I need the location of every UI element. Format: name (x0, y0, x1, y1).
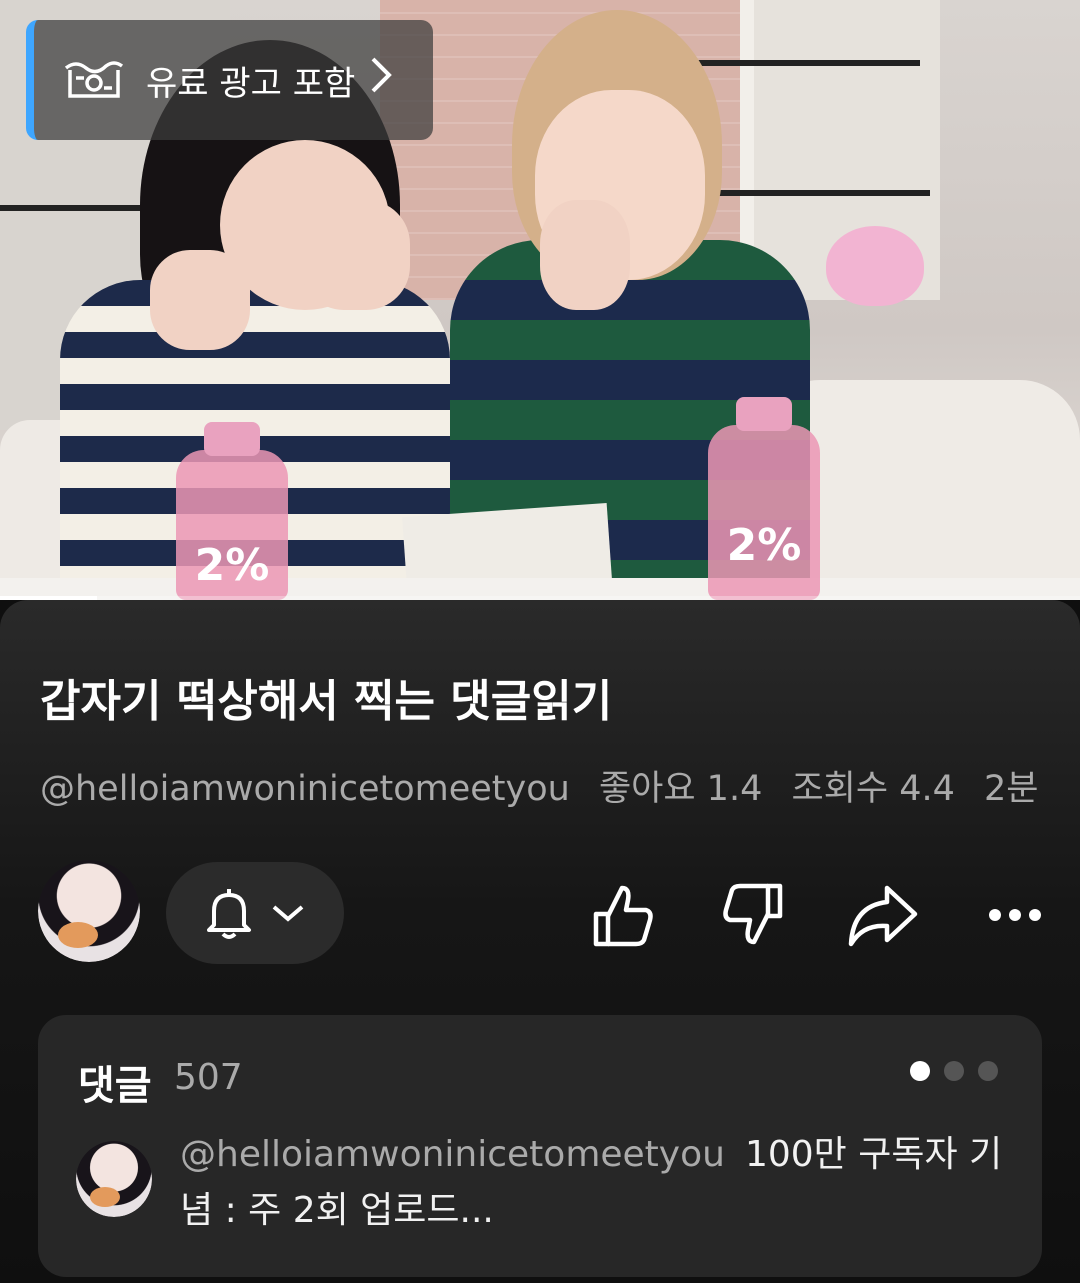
page-dot-active (910, 1061, 930, 1081)
comments-header: 댓글 (78, 1063, 152, 1109)
water-bottle: 2% (176, 422, 288, 600)
thumbs-down-icon (723, 883, 783, 945)
hand (300, 200, 410, 310)
share-button[interactable] (838, 870, 928, 960)
commenter-avatar[interactable] (76, 1141, 152, 1217)
more-icon (989, 909, 1041, 921)
page-dot (978, 1061, 998, 1081)
channel-handle[interactable]: @helloiamwoninicetomeetyou (40, 769, 570, 809)
shelf-line (680, 60, 920, 66)
hand (150, 250, 250, 350)
hand (540, 200, 630, 310)
view-count: 조회수 4.4 (791, 769, 955, 809)
more-options-button[interactable] (970, 870, 1060, 960)
comments-section[interactable]: 댓글 507 @helloiamwoninicetomeetyou 100만 구독… (38, 1015, 1042, 1277)
chevron-down-icon (272, 905, 304, 922)
comments-count: 507 (174, 1057, 243, 1098)
video-title[interactable]: 갑자기 떡상해서 찍는 댓글읽기 (40, 665, 612, 729)
first-comment[interactable]: @helloiamwoninicetomeetyou 100만 구독자 기념 : … (180, 1127, 1010, 1239)
upload-age: 2분 (984, 769, 1039, 809)
paid-promotion-label: 유료 광고 포함 (146, 63, 356, 104)
like-button[interactable] (578, 870, 668, 960)
comments-page-indicator (910, 1061, 998, 1081)
video-player[interactable]: 2% 2% 유료 광고 포함 (0, 0, 1080, 600)
heart-balloon (826, 226, 924, 306)
paid-promotion-badge[interactable]: 유료 광고 포함 (26, 20, 433, 140)
chevron-right-icon (369, 55, 393, 105)
dislike-button[interactable] (708, 870, 798, 960)
water-bottle: 2% (708, 397, 820, 600)
shelf-line (700, 190, 930, 196)
page-dot (944, 1061, 964, 1081)
comment-author-handle: @helloiamwoninicetomeetyou (180, 1134, 725, 1175)
video-metadata[interactable]: @helloiamwoninicetomeetyou 좋아요 1.4 조회수 4… (40, 760, 1050, 811)
share-icon (848, 885, 918, 947)
paid-promotion-icon (64, 61, 124, 98)
channel-avatar[interactable] (38, 860, 140, 962)
bell-icon (207, 889, 251, 939)
notification-bell-button[interactable] (166, 862, 344, 964)
thumbs-up-icon (593, 885, 653, 947)
like-count: 좋아요 1.4 (598, 769, 763, 809)
